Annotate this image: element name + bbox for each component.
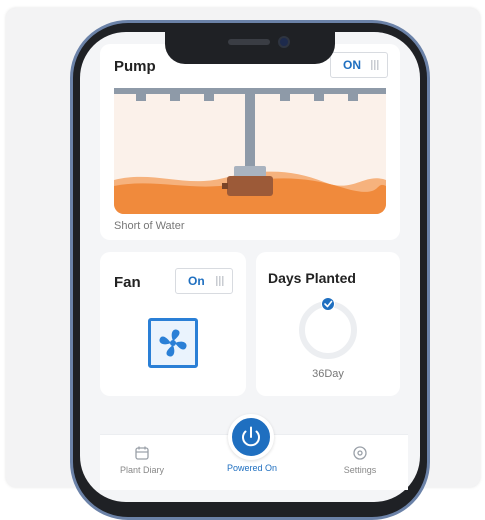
power-button[interactable]: [228, 414, 274, 460]
fan-title: Fan: [114, 274, 141, 291]
phone-notch: [165, 26, 335, 64]
fan-toggle[interactable]: On: [175, 268, 233, 294]
pump-card: Pump ON Short of Water: [100, 44, 400, 240]
power-icon: [242, 426, 260, 447]
fan-icon[interactable]: [148, 318, 198, 368]
nav-plant-diary-label: Plant Diary: [119, 465, 164, 475]
speaker-grille: [228, 39, 270, 45]
pump-toggle-label: ON: [343, 58, 361, 72]
fan-toggle-label: On: [188, 274, 205, 288]
nav-plant-diary[interactable]: Plant Diary: [102, 445, 182, 475]
gear-icon: [353, 446, 367, 460]
fan-card: Fan On: [100, 252, 246, 396]
toggle-grip-icon: [216, 276, 224, 286]
pump-title: Pump: [114, 58, 156, 75]
days-planted-title: Days Planted: [268, 270, 356, 286]
camera-icon: [278, 36, 290, 48]
nav-settings[interactable]: Settings: [320, 445, 400, 475]
calendar-icon: [135, 446, 149, 460]
pump-illustration: [114, 88, 386, 214]
toggle-grip-icon: [371, 60, 379, 70]
pump-status-text: Short of Water: [114, 220, 185, 232]
pump-toggle[interactable]: ON: [330, 52, 388, 78]
nav-powered-on-label: Powered On: [226, 463, 278, 473]
days-planted-value: 36Day: [312, 368, 344, 380]
days-progress-ring: [299, 297, 357, 359]
check-icon: [322, 298, 334, 310]
nav-settings-label: Settings: [343, 465, 377, 475]
days-planted-card: Days Planted 36Day: [256, 252, 400, 396]
